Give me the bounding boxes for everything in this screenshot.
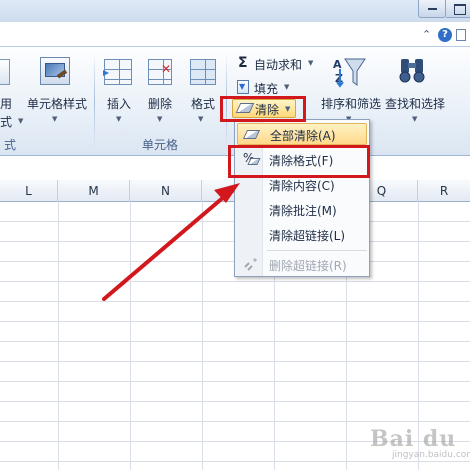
menu-item-label: 全部清除(A) [270, 129, 336, 143]
baidu-watermark: Bai du jingyan.baidu.com [352, 424, 470, 464]
find-select-button[interactable]: 查找和选择 [385, 95, 445, 112]
column-header[interactable]: R [418, 180, 470, 202]
cell-style-icon[interactable] [40, 57, 70, 85]
insert-cells-icon[interactable] [103, 59, 132, 85]
eraser-icon [242, 130, 261, 139]
menu-item-label: 清除批注(M) [269, 204, 337, 218]
sort-filter-button[interactable]: 排序和筛选 [321, 95, 381, 112]
watermark-subtext: jingyan.baidu.com [392, 450, 470, 460]
styles-group-label: 式 [3, 138, 16, 152]
cells-group-label: 单元格 [141, 138, 178, 152]
ribbon-collapse-icon[interactable]: ⌃ [422, 28, 431, 41]
delete-button[interactable]: 删除 [148, 95, 172, 112]
menu-item-remove-hyperlinks: 删除超链接(R) [237, 254, 367, 276]
grid-line [130, 202, 131, 470]
menu-item-label: 清除超链接(L) [269, 229, 346, 243]
menu-item-label: 清除内容(C) [269, 179, 335, 193]
grid-line [58, 202, 59, 470]
cell-style-button[interactable]: 单元格样式 [27, 95, 87, 112]
chevron-down-icon: ▼ [52, 115, 58, 123]
restore-window-icon[interactable] [456, 29, 466, 41]
help-row: ⌃ ? [418, 28, 470, 46]
chevron-down-icon: ▼ [18, 117, 24, 125]
chevron-down-icon: ▼ [308, 59, 314, 67]
chevron-down-icon: ▼ [157, 115, 163, 123]
menu-separator [267, 250, 367, 251]
maximize-button[interactable] [446, 0, 470, 18]
column-header[interactable]: L [0, 180, 58, 202]
menu-item-clear-comments[interactable]: 清除批注(M) [237, 199, 367, 221]
column-header[interactable]: N [130, 180, 202, 202]
menu-item-clear-all[interactable]: 全部清除(A) [237, 123, 367, 145]
left-cut-label-1: 用 [0, 97, 13, 111]
menu-item-clear-hyperlinks[interactable]: 清除超链接(L) [237, 224, 367, 246]
menu-item-label: 删除超链接(R) [269, 259, 347, 273]
annotation-box-clear-button [220, 96, 306, 122]
minimize-button[interactable] [418, 0, 446, 18]
sort-filter-icon[interactable]: A Z [331, 55, 367, 91]
fill-button[interactable]: 填充 [254, 80, 278, 97]
format-button[interactable]: 格式 [191, 95, 215, 112]
chevron-down-icon: ▼ [116, 115, 122, 123]
delete-cells-icon[interactable]: ✕ [148, 59, 172, 85]
broken-link-icon [244, 258, 257, 271]
insert-button[interactable]: 插入 [107, 95, 131, 112]
window-titlebar [0, 0, 470, 22]
sum-icon: Σ [238, 55, 248, 71]
column-header[interactable]: M [58, 180, 130, 202]
group-separator [94, 53, 95, 149]
left-cut-label-2: 式 [0, 115, 13, 129]
help-icon[interactable]: ? [438, 28, 452, 42]
binoculars-icon[interactable] [398, 55, 428, 85]
conditional-format-icon[interactable] [0, 59, 10, 85]
watermark-text: Bai du [370, 426, 457, 452]
format-cells-icon[interactable] [190, 59, 216, 85]
annotation-box-clear-formats [228, 145, 370, 178]
chevron-down-icon: ▼ [284, 83, 290, 91]
grid-line [202, 202, 203, 470]
chevron-down-icon: ▼ [198, 115, 204, 123]
autosum-button[interactable]: 自动求和 [254, 56, 302, 73]
fill-icon [237, 80, 249, 94]
clear-dropdown-menu: 全部清除(A) % 清除格式(F) 清除内容(C) 清除批注(M) 清除超链接(… [234, 119, 370, 277]
chevron-down-icon: ▼ [412, 115, 418, 123]
